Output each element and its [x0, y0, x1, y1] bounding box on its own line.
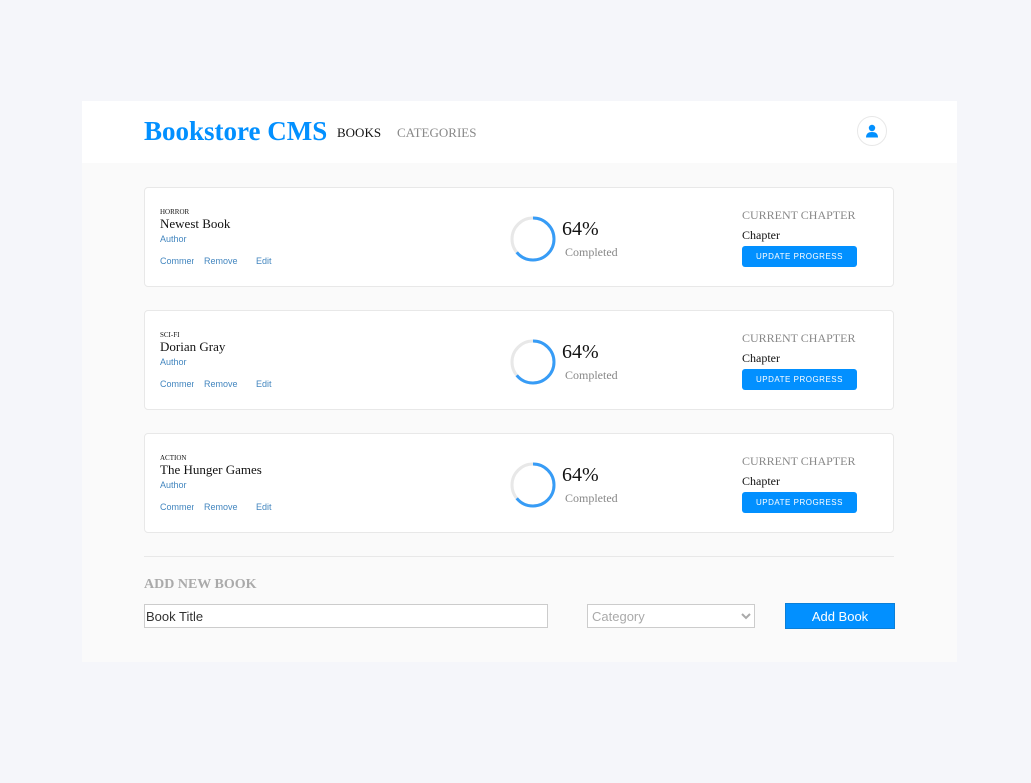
navbar: Bookstore CMS BOOKS CATEGORIES — [82, 101, 957, 163]
progress-percent: 64% — [562, 464, 599, 486]
current-chapter: Chapter — [742, 351, 780, 365]
book-genre: ACTION — [160, 454, 187, 462]
user-icon — [866, 124, 878, 138]
completed-label: Completed — [565, 368, 618, 382]
progress-ring — [510, 216, 556, 262]
book-author[interactable]: Author — [160, 234, 187, 244]
nav-categories[interactable]: CATEGORIES — [397, 125, 476, 141]
current-chapter-label: CURRENT CHAPTER — [742, 454, 856, 468]
completed-label: Completed — [565, 491, 618, 505]
update-progress-button[interactable]: UPDATE PROGRESS — [742, 246, 857, 267]
progress-percent: 64% — [562, 341, 599, 363]
update-progress-button[interactable]: UPDATE PROGRESS — [742, 369, 857, 390]
comments-button[interactable]: Comments — [160, 502, 194, 512]
book-genre: SCI-FI — [160, 331, 180, 339]
edit-button[interactable]: Edit — [256, 379, 272, 389]
book-title-input[interactable] — [144, 604, 548, 628]
book-title: The Hunger Games — [160, 462, 262, 477]
edit-button[interactable]: Edit — [256, 502, 272, 512]
divider — [144, 556, 894, 557]
current-chapter-label: CURRENT CHAPTER — [742, 331, 856, 345]
book-title: Dorian Gray — [160, 339, 226, 354]
update-progress-button[interactable]: UPDATE PROGRESS — [742, 492, 857, 513]
brand-logo[interactable]: Bookstore CMS — [144, 116, 327, 147]
book-genre: HORROR — [160, 208, 190, 216]
bookstore-app: Bookstore CMS BOOKS CATEGORIES HORROR Ne… — [82, 101, 957, 662]
book-author[interactable]: Author — [160, 480, 187, 490]
add-book-button[interactable]: Add Book — [785, 603, 895, 629]
nav-books[interactable]: BOOKS — [337, 125, 381, 141]
comments-button[interactable]: Comments — [160, 379, 194, 389]
book-author[interactable]: Author — [160, 357, 187, 367]
current-chapter: Chapter — [742, 228, 780, 242]
current-chapter: Chapter — [742, 474, 780, 488]
edit-button[interactable]: Edit — [256, 256, 272, 266]
book-card: ACTION The Hunger Games Author Comments … — [144, 433, 894, 533]
progress-ring — [510, 339, 556, 385]
progress-percent: 64% — [562, 218, 599, 240]
current-chapter-label: CURRENT CHAPTER — [742, 208, 856, 222]
book-card: SCI-FI Dorian Gray Author Comments Remov… — [144, 310, 894, 410]
book-card: HORROR Newest Book Author Comments Remov… — [144, 187, 894, 287]
remove-button[interactable]: Remove — [204, 256, 238, 266]
remove-button[interactable]: Remove — [204, 502, 238, 512]
user-avatar-button[interactable] — [857, 116, 887, 146]
progress-ring — [510, 462, 556, 508]
remove-button[interactable]: Remove — [204, 379, 238, 389]
comments-button[interactable]: Comments — [160, 256, 194, 266]
completed-label: Completed — [565, 245, 618, 259]
category-select[interactable]: Category — [587, 604, 755, 628]
add-book-heading: ADD NEW BOOK — [144, 577, 257, 592]
book-title: Newest Book — [160, 216, 231, 231]
